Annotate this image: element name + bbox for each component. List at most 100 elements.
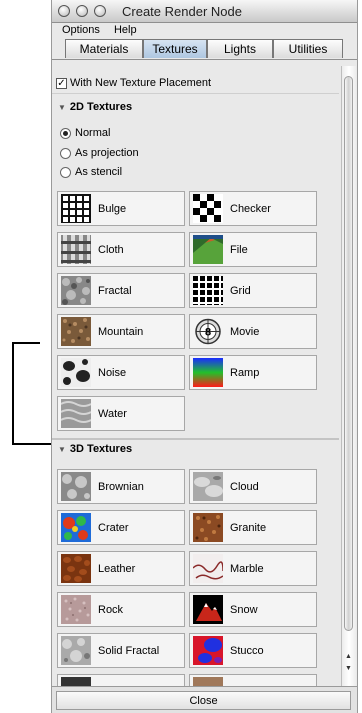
texture-cloth-label: Cloth [98,243,124,256]
texture-placement-label: With New Texture Placement [70,77,212,89]
movie-icon: 8 [193,317,223,346]
texture-ramp-button[interactable]: Ramp [189,355,317,390]
marble-icon [193,554,223,583]
texture-brownian-label: Brownian [98,480,144,493]
bulge-icon [61,194,91,223]
texture-noise-label: Noise [98,366,127,379]
radio-projection-icon [60,147,71,159]
scroll-up-arrow-icon[interactable]: ▲ [345,653,352,660]
partial-texture-icon [193,677,223,686]
snow-icon [193,595,223,624]
radio-stencil-label: As stencil [75,166,123,178]
scroll-down-arrow-icon[interactable]: ▼ [345,665,352,672]
texture-bulge-label: Bulge [98,202,127,215]
radio-projection-label: As projection [75,147,139,159]
texture-movie-button[interactable]: 8 Movie [189,314,317,349]
close-window-icon[interactable] [58,5,70,17]
radio-stencil-icon [60,166,71,178]
title-bar: Create Render Node [52,0,357,23]
create-render-node-window: Create Render Node Options Help Material… [51,0,358,713]
texture-granite-button[interactable]: Granite [189,510,317,545]
checker-icon [193,194,223,223]
texture-fractal-button[interactable]: Fractal [57,273,185,308]
texture-solid-fractal-label: Solid Fractal [98,644,160,657]
texture-checker-label: Checker [230,202,271,215]
vertical-scrollbar[interactable]: ▲ ▼ [341,66,356,686]
tab-textures[interactable]: Textures [143,39,207,58]
texture-file-button[interactable]: File [189,232,317,267]
tab-bar: Materials Textures Lights Utilities [52,37,357,60]
texture-partial-button[interactable] [189,674,317,686]
window-title: Create Render Node [122,4,242,19]
section-3d-title: 3D Textures [69,443,133,455]
radio-as-stencil[interactable]: As stencil [60,166,122,178]
expand-triangle-icon: ▼ [58,445,66,454]
texture-grid-label: Grid [230,284,251,297]
tab-utilities[interactable]: Utilities [273,39,343,58]
mountain-icon [61,317,91,346]
menu-bar: Options Help [52,23,357,37]
texture-leather-button[interactable]: Leather [57,551,185,586]
texture-grid-button[interactable]: Grid [189,273,317,308]
zoom-window-icon[interactable] [94,5,106,17]
section-2d-title: 2D Textures [69,101,133,113]
texture-solid-fractal-button[interactable]: Solid Fractal [57,633,185,668]
brownian-icon [61,472,91,501]
minimize-window-icon[interactable] [76,5,88,17]
texture-rock-label: Rock [98,603,124,616]
texture-ramp-label: Ramp [230,366,260,379]
texture-granite-label: Granite [230,521,267,534]
partial-texture-icon [61,677,91,686]
radio-normal[interactable]: Normal [60,127,110,139]
texture-fractal-label: Fractal [98,284,132,297]
texture-crater-label: Crater [98,521,129,534]
grid-icon [193,276,223,305]
texture-stucco-label: Stucco [230,644,264,657]
scrollbar-thumb[interactable] [344,76,353,631]
tab-lights[interactable]: Lights [207,39,273,58]
section-3d-textures: ▼ 3D Textures Brownian Cloud Crater Grani… [52,438,339,686]
stucco-icon [193,636,223,665]
texture-water-label: Water [98,407,127,420]
texture-noise-button[interactable]: Noise [57,355,185,390]
fractal-icon [61,276,91,305]
texture-list-panel: ✓ With New Texture Placement ▼ 2D Texture… [52,66,339,686]
footer-bar: Close [52,686,357,713]
section-3d-header[interactable]: ▼ 3D Textures [58,443,132,455]
texture-partial-button[interactable] [57,674,185,686]
crater-icon [61,513,91,542]
texture-rock-button[interactable]: Rock [57,592,185,627]
texture-cloud-button[interactable]: Cloud [189,469,317,504]
close-button[interactable]: Close [56,691,351,710]
noise-icon [61,358,91,387]
texture-snow-button[interactable]: Snow [189,592,317,627]
section-2d-header[interactable]: ▼ 2D Textures [58,101,132,113]
texture-cloth-button[interactable]: Cloth [57,232,185,267]
svg-text:8: 8 [205,327,211,339]
cloth-icon [61,235,91,264]
water-icon [61,399,91,428]
texture-brownian-button[interactable]: Brownian [57,469,185,504]
texture-crater-button[interactable]: Crater [57,510,185,545]
texture-cloud-label: Cloud [230,480,259,493]
texture-marble-label: Marble [230,562,264,575]
radio-as-projection[interactable]: As projection [60,147,139,159]
texture-water-button[interactable]: Water [57,396,185,431]
rock-icon [61,595,91,624]
expand-triangle-icon: ▼ [58,103,66,112]
menu-options[interactable]: Options [62,24,100,36]
menu-help[interactable]: Help [114,24,137,36]
tab-materials[interactable]: Materials [65,39,143,58]
file-icon [193,235,223,264]
granite-icon [193,513,223,542]
texture-file-label: File [230,243,248,256]
texture-placement-checkbox[interactable]: ✓ With New Texture Placement [56,77,211,89]
texture-mountain-button[interactable]: Mountain [57,314,185,349]
section-2d-textures: ▼ 2D Textures Normal As projection As ste… [52,93,339,439]
texture-stucco-button[interactable]: Stucco [189,633,317,668]
texture-bulge-button[interactable]: Bulge [57,191,185,226]
texture-marble-button[interactable]: Marble [189,551,317,586]
cloud-icon [193,472,223,501]
texture-mountain-label: Mountain [98,325,144,338]
texture-checker-button[interactable]: Checker [189,191,317,226]
